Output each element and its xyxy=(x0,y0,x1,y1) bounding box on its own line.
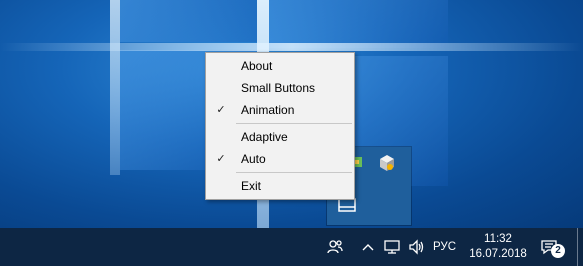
input-language-indicator[interactable]: РУС xyxy=(433,228,456,266)
menu-item-label: Adaptive xyxy=(241,130,288,144)
menu-item-label: Exit xyxy=(241,179,262,193)
menu-item-label: Animation xyxy=(241,103,295,117)
menu-separator xyxy=(236,123,352,124)
clock-date: 16.07.2018 xyxy=(469,248,527,260)
network-icon[interactable] xyxy=(381,228,403,266)
menu-item-small-buttons[interactable]: Small Buttons xyxy=(206,77,354,99)
volume-icon[interactable] xyxy=(406,228,428,266)
windows-logo-pane xyxy=(268,0,448,48)
taskbar: РУС 11:32 16.07.2018 xyxy=(0,228,583,266)
show-desktop-button[interactable] xyxy=(577,228,578,266)
menu-item-auto[interactable]: ✓ Auto xyxy=(206,148,354,170)
menu-item-label: About xyxy=(241,59,273,73)
menu-item-animation[interactable]: ✓ Animation xyxy=(206,99,354,121)
windows-logo-pane xyxy=(120,0,260,42)
check-icon: ✓ xyxy=(216,153,226,165)
light-beam xyxy=(0,43,583,51)
menu-item-exit[interactable]: Exit xyxy=(206,175,354,197)
cube-app-icon[interactable] xyxy=(377,153,397,173)
check-icon: ✓ xyxy=(216,104,226,116)
notification-count-badge: 2 xyxy=(551,244,565,258)
taskbar-clock[interactable]: 11:32 16.07.2018 xyxy=(468,228,528,266)
people-icon[interactable] xyxy=(322,228,348,266)
chevron-up-icon[interactable] xyxy=(359,228,377,266)
menu-item-adaptive[interactable]: Adaptive xyxy=(206,126,354,148)
menu-separator xyxy=(236,172,352,173)
context-menu: About Small Buttons ✓ Animation Adaptive… xyxy=(205,52,355,200)
menu-item-label: Small Buttons xyxy=(241,81,316,95)
menu-item-about[interactable]: About xyxy=(206,55,354,77)
clock-time: 11:32 xyxy=(484,233,512,245)
menu-item-label: Auto xyxy=(241,152,266,166)
light-beam xyxy=(110,0,120,175)
